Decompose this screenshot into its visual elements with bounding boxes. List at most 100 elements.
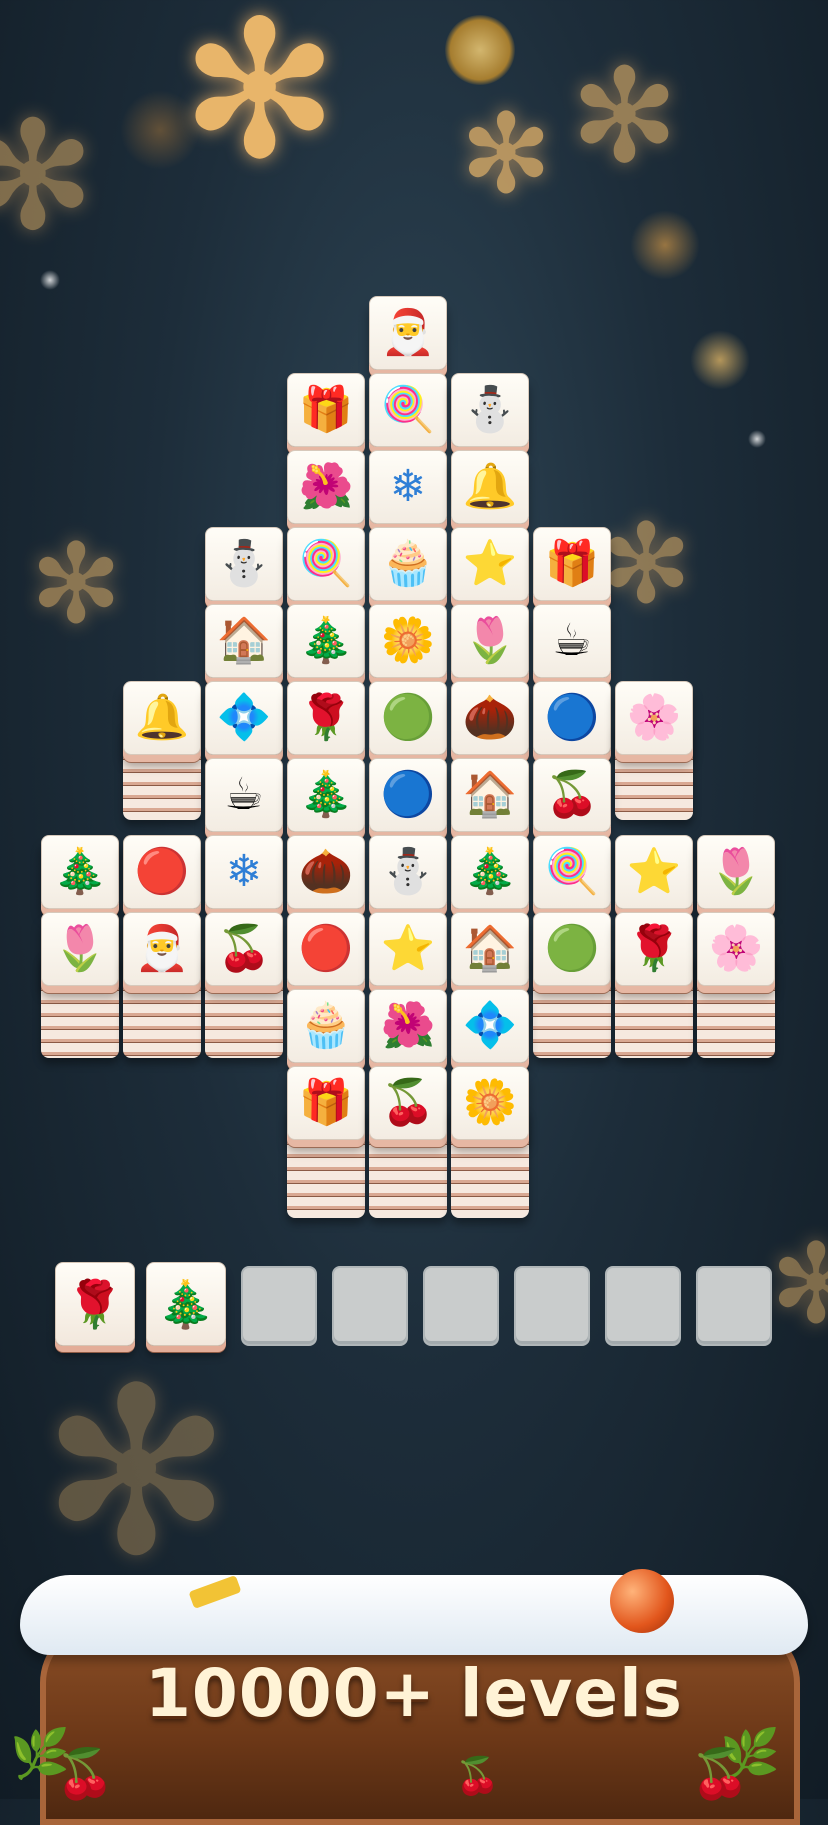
- tile-gift[interactable]: 🎁: [533, 527, 611, 601]
- cupcake-icon: 🧁: [298, 1000, 354, 1051]
- tile-striped-ornament[interactable]: 🔴: [123, 835, 201, 909]
- gold-star-icon: ⭐: [462, 538, 518, 589]
- tile-snowman[interactable]: ⛄: [205, 527, 283, 601]
- tile-gift[interactable]: 🎁: [287, 1066, 365, 1140]
- holly-icon: 🍒: [216, 923, 272, 974]
- tile-snowflake[interactable]: ❄: [205, 835, 283, 909]
- tile-snowman[interactable]: ⛄: [451, 373, 529, 447]
- white-flower-icon: 🌼: [380, 615, 436, 666]
- candy-cane-icon: 🍭: [298, 538, 354, 589]
- holly-decoration-icon: 🍒: [455, 1756, 500, 1797]
- tile-candy-cane[interactable]: 🍭: [533, 835, 611, 909]
- tile-bell[interactable]: 🔔: [123, 681, 201, 755]
- tile-hellebore[interactable]: 🌸: [697, 912, 775, 986]
- tile-pinecone[interactable]: 🌰: [451, 681, 529, 755]
- holly-decoration-icon: 🍒: [55, 1746, 115, 1802]
- tile-poinsettia-blue[interactable]: 💠: [451, 989, 529, 1063]
- tile-poinsettia-blue[interactable]: 💠: [205, 681, 283, 755]
- tile-green-ornament[interactable]: 🟢: [369, 681, 447, 755]
- santa-icon: 🎅: [380, 307, 436, 358]
- tile-gold-star[interactable]: ⭐: [615, 835, 693, 909]
- tile-hellebore[interactable]: 🌸: [615, 681, 693, 755]
- hellebore-icon: 🌸: [626, 692, 682, 743]
- cupcake-icon: 🧁: [380, 538, 436, 589]
- tile-green-ornament[interactable]: 🟢: [533, 912, 611, 986]
- iris-icon: 🌷: [52, 923, 108, 974]
- cocoa-mug-icon: ☕: [552, 615, 592, 666]
- tile-santa[interactable]: 🎅: [123, 912, 201, 986]
- tile-cocoa-mug[interactable]: ☕: [533, 604, 611, 678]
- tile-white-flower[interactable]: 🌼: [369, 604, 447, 678]
- wreath-icon: 🎄: [462, 846, 518, 897]
- tile-blue-pansy[interactable]: 🔵: [533, 681, 611, 755]
- xmas-tree-icon: 🎄: [298, 769, 354, 820]
- tile-candy-cane[interactable]: 🍭: [369, 373, 447, 447]
- tile-wreath[interactable]: 🎄: [451, 835, 529, 909]
- tile-snowflake[interactable]: ❄: [369, 450, 447, 524]
- snow-globe-icon: 🏠: [462, 769, 518, 820]
- tile-iris[interactable]: 🌷: [451, 604, 529, 678]
- snowflake-icon: ❄: [225, 846, 263, 897]
- tile-striped-ornament[interactable]: 🔴: [287, 912, 365, 986]
- tile-snow-globe[interactable]: 🏠: [205, 604, 283, 678]
- tile-snow-globe[interactable]: 🏠: [451, 912, 529, 986]
- tile-xmas-tree[interactable]: 🎄: [41, 835, 119, 909]
- blue-pansy-icon: 🔵: [544, 692, 600, 743]
- poinsettia-pink-icon: 🌺: [380, 1000, 436, 1051]
- tile-wreath[interactable]: 🎄: [287, 604, 365, 678]
- tile-cupcake[interactable]: 🧁: [369, 527, 447, 601]
- tile-blue-pansy[interactable]: 🔵: [369, 758, 447, 832]
- pinecone-icon: 🌰: [298, 846, 354, 897]
- tile-red-camellia[interactable]: 🌹: [287, 681, 365, 755]
- green-ornament-icon: 🟢: [544, 923, 600, 974]
- tile-holly[interactable]: 🍒: [369, 1066, 447, 1140]
- hellebore-icon: 🌸: [708, 923, 764, 974]
- tray-slot-empty: [696, 1266, 772, 1346]
- tile-holly[interactable]: 🍒: [533, 758, 611, 832]
- red-camellia-icon: 🌹: [626, 923, 682, 974]
- tile-cocoa-mug[interactable]: ☕: [205, 758, 283, 832]
- tray-slot-empty: [241, 1266, 317, 1346]
- tile-red-camellia[interactable]: 🌹: [615, 912, 693, 986]
- tile-iris[interactable]: 🌷: [697, 835, 775, 909]
- tile-cupcake[interactable]: 🧁: [287, 989, 365, 1063]
- tile-poinsettia-pink[interactable]: 🌺: [287, 450, 365, 524]
- gold-star-icon: ⭐: [380, 923, 436, 974]
- iris-icon: 🌷: [708, 846, 764, 897]
- tile-candy-cane[interactable]: 🍭: [287, 527, 365, 601]
- candy-cane-icon: 🍭: [544, 846, 600, 897]
- tile-santa[interactable]: 🎅: [369, 296, 447, 370]
- snow-cap: [20, 1575, 808, 1655]
- snow-globe-icon: 🏠: [216, 615, 272, 666]
- snowflake-decoration-icon: ✻: [40, 1340, 233, 1607]
- tile-iris[interactable]: 🌷: [41, 912, 119, 986]
- red-camellia-icon: 🌹: [298, 692, 354, 743]
- snowflake-icon: ❄: [389, 461, 427, 512]
- tile-gold-star[interactable]: ⭐: [369, 912, 447, 986]
- holly-icon: 🍒: [380, 1077, 436, 1128]
- tile-snowman[interactable]: ⛄: [369, 835, 447, 909]
- tile-gold-star[interactable]: ⭐: [451, 527, 529, 601]
- green-ornament-icon: 🟢: [380, 692, 436, 743]
- gift-icon: 🎁: [298, 384, 354, 435]
- snow-globe-icon: 🏠: [462, 923, 518, 974]
- bell-icon: 🔔: [134, 692, 190, 743]
- santa-icon: 🎅: [134, 923, 190, 974]
- tile-poinsettia-pink[interactable]: 🌺: [369, 989, 447, 1063]
- tile-gift[interactable]: 🎁: [287, 373, 365, 447]
- tile-xmas-tree[interactable]: 🎄: [287, 758, 365, 832]
- poinsettia-pink-icon: 🌺: [298, 461, 354, 512]
- snowman-icon: ⛄: [216, 538, 272, 589]
- snowman-icon: ⛄: [380, 846, 436, 897]
- tile-pinecone[interactable]: 🌰: [287, 835, 365, 909]
- tile-bell[interactable]: 🔔: [451, 450, 529, 524]
- tile-white-flower[interactable]: 🌼: [451, 1066, 529, 1140]
- striped-ornament-icon: 🔴: [134, 846, 190, 897]
- poinsettia-blue-icon: 💠: [462, 1000, 518, 1051]
- holly-decoration-icon: 🍒: [690, 1746, 750, 1802]
- tile-holly[interactable]: 🍒: [205, 912, 283, 986]
- tray-slot-empty: [605, 1266, 681, 1346]
- tray-tile-red-camellia: 🌹: [55, 1262, 135, 1346]
- bell-icon: 🔔: [462, 461, 518, 512]
- tile-snow-globe[interactable]: 🏠: [451, 758, 529, 832]
